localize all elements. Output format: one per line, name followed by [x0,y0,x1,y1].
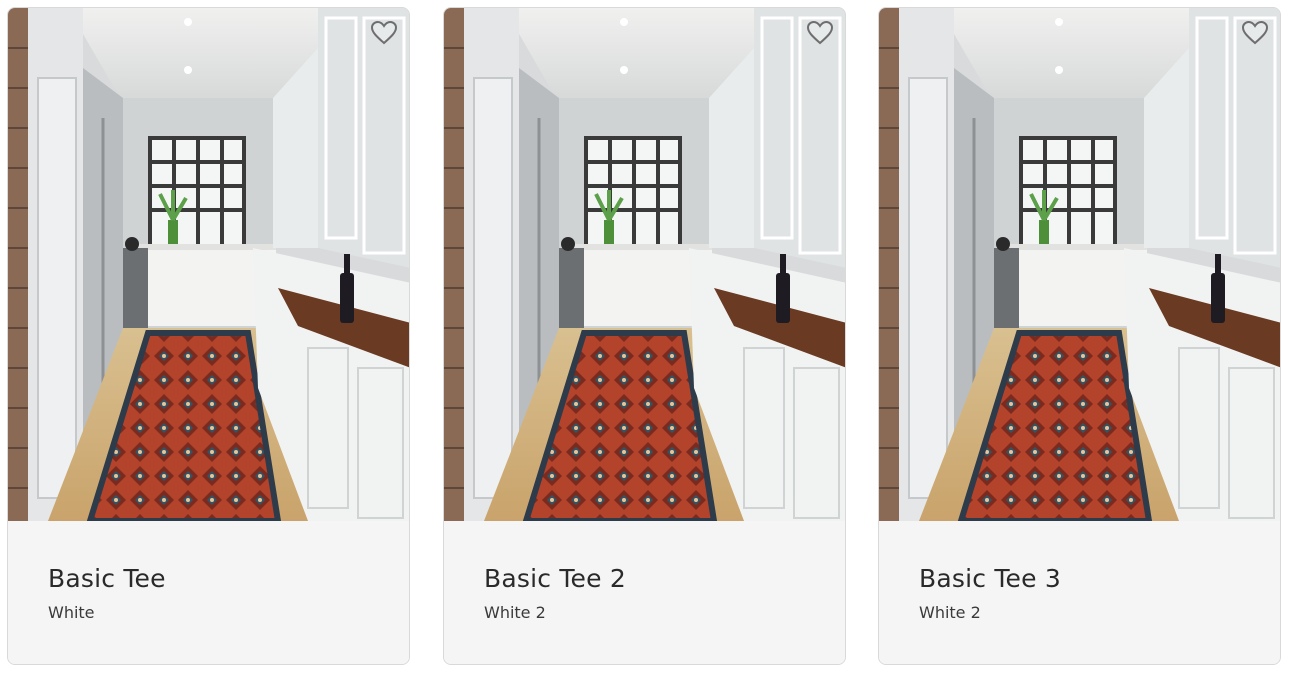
heart-outline-icon [807,21,833,45]
favorite-button[interactable] [369,18,399,48]
product-image [879,8,1280,521]
product-color: White 2 [919,603,981,622]
product-card[interactable]: Basic Tee 3 White 2 [878,7,1281,665]
favorite-button[interactable] [1240,18,1270,48]
product-info: Basic Tee 2 White 2 [444,521,845,664]
product-info: Basic Tee 3 White 2 [879,521,1280,664]
product-card[interactable]: Basic Tee 2 White 2 [443,7,846,665]
product-color: White [48,603,95,622]
product-info: Basic Tee White [8,521,409,664]
heart-outline-icon [371,21,397,45]
heart-outline-icon [1242,21,1268,45]
product-image [444,8,845,521]
product-title[interactable]: Basic Tee 3 [919,564,1061,593]
favorite-button[interactable] [805,18,835,48]
product-title[interactable]: Basic Tee [48,564,166,593]
product-image [8,8,409,521]
product-color: White 2 [484,603,546,622]
product-card[interactable]: Basic Tee White [7,7,410,665]
product-title[interactable]: Basic Tee 2 [484,564,626,593]
product-grid: Basic Tee White Basic Tee 2 White 2 Basi… [0,0,1293,676]
